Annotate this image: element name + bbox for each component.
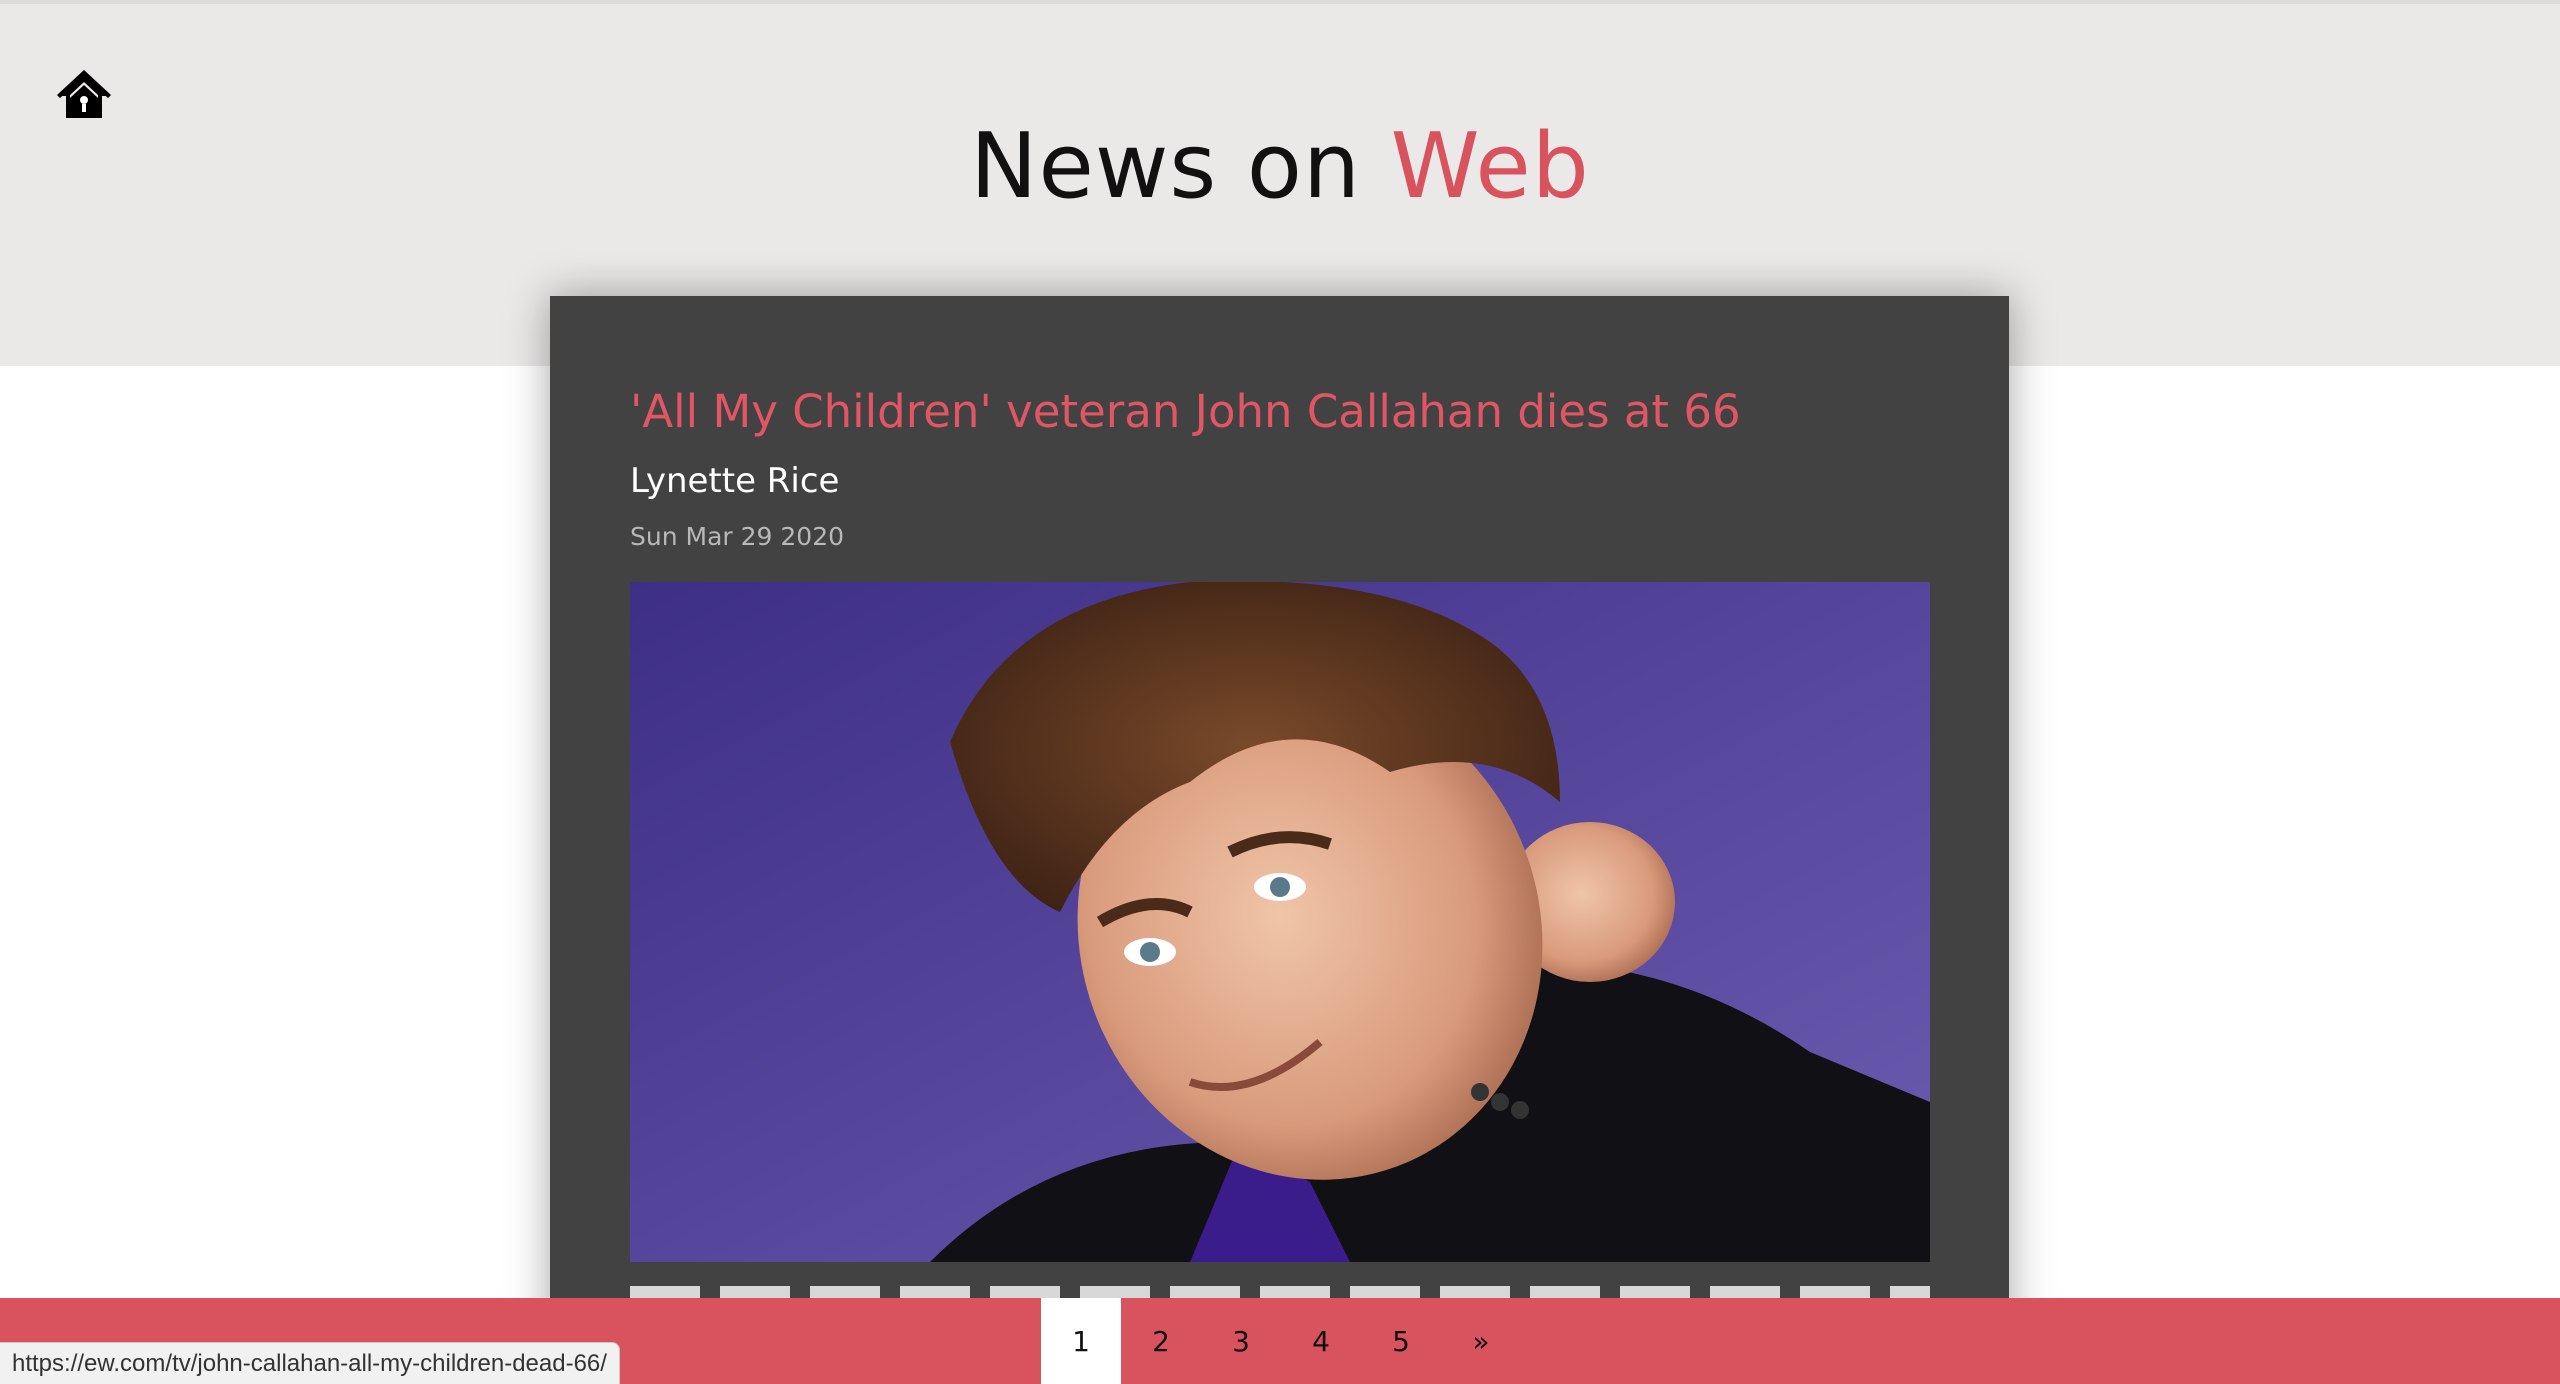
article-image[interactable]: [630, 582, 1930, 1262]
browser-status-bar: https://ew.com/tv/john-callahan-all-my-c…: [0, 1342, 620, 1384]
article-card: 'All My Children' veteran John Callahan …: [550, 296, 2009, 1384]
page-link-1[interactable]: 1: [1041, 1298, 1121, 1384]
site-title-main: News on: [970, 114, 1362, 219]
pagination: 1 2 3 4 5 »: [1041, 1298, 1521, 1384]
page-link-4[interactable]: 4: [1281, 1298, 1361, 1384]
page-link-5[interactable]: 5: [1361, 1298, 1441, 1384]
article-title-link[interactable]: 'All My Children' veteran John Callahan …: [630, 382, 1930, 442]
page-link-3[interactable]: 3: [1201, 1298, 1281, 1384]
page: News on Web 'All My Children' veteran Jo…: [0, 0, 2560, 1384]
page-link-2[interactable]: 2: [1121, 1298, 1201, 1384]
next-page-link[interactable]: »: [1441, 1298, 1521, 1384]
site-title-accent: Web: [1390, 114, 1590, 219]
site-title: News on Web: [0, 112, 2560, 222]
article-photo: [630, 582, 1930, 1262]
article-date: Sun Mar 29 2020: [630, 522, 845, 551]
article-author: Lynette Rice: [630, 461, 840, 501]
